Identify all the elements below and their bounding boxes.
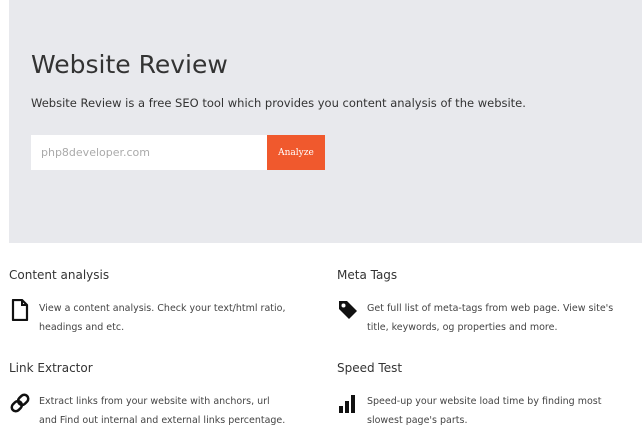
page-title: Website Review xyxy=(31,50,228,79)
feature-speed-test: Speed Test Speed-up your website load ti… xyxy=(337,361,637,430)
feature-meta-tags: Meta Tags Get full list of meta-tags fro… xyxy=(337,268,637,337)
feature-text: Speed-up your website load time by findi… xyxy=(367,396,602,426)
feature-content-analysis: Content analysis View a content analysis… xyxy=(9,268,309,337)
tag-icon xyxy=(337,299,359,321)
feature-title: Link Extractor xyxy=(9,361,93,375)
feature-title: Meta Tags xyxy=(337,268,398,282)
link-icon xyxy=(9,392,31,414)
feature-text: Get full list of meta-tags from web page… xyxy=(367,303,614,333)
feature-title: Speed Test xyxy=(337,361,403,375)
feature-text: View a content analysis. Check your text… xyxy=(39,303,286,333)
bar-chart-icon xyxy=(337,392,359,414)
document-icon xyxy=(9,298,31,322)
hero-section: Website Review Website Review is a free … xyxy=(9,0,642,243)
feature-text: Extract links from your website with anc… xyxy=(39,396,286,426)
feature-link-extractor: Link Extractor Extract links from your w… xyxy=(9,361,309,430)
analyze-form: Analyze xyxy=(31,135,325,170)
hero-description: Website Review is a free SEO tool which … xyxy=(31,96,526,110)
website-url-input[interactable] xyxy=(31,135,267,170)
feature-title: Content analysis xyxy=(9,268,110,282)
analyze-button[interactable]: Analyze xyxy=(267,135,325,170)
